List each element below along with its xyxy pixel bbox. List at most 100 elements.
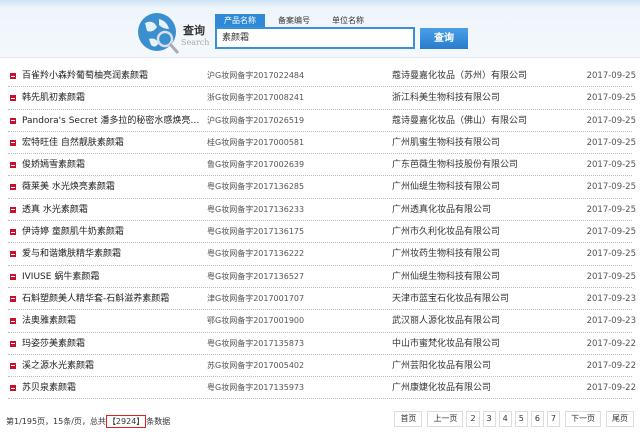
bullet-icon	[10, 385, 16, 392]
product-name-link[interactable]: 溪之源水光素颜霜	[22, 355, 94, 377]
table-row: 俊娇嫣雪素颜霜 鲁G妆网备字2017002639 广东芭薇生物科技股份有限公司 …	[8, 154, 636, 177]
page-button[interactable]: 2	[466, 411, 480, 427]
table-row: 石斛塑颜美人精华套-石斛滋养素颜霜 津G妆网备字2017001707 天津市蓝宝…	[8, 288, 636, 311]
product-name-link[interactable]: 透真 水光素颜霜	[22, 199, 88, 221]
pagination-info-prefix: 第1/195页，15条/页，总共	[6, 417, 106, 426]
product-name-link[interactable]: Pandora's Secret 潘多拉的秘密水感焕亮…	[22, 110, 199, 132]
bullet-icon	[10, 95, 16, 102]
date: 2017-09-22	[586, 338, 636, 349]
bullet-icon	[10, 362, 16, 369]
next-page-button[interactable]: 下一页	[565, 411, 601, 427]
product-name-link[interactable]: 伊诗婷 童颜肌牛奶素颜霜	[22, 221, 124, 243]
company-name: 广州妆药生物科技有限公司	[392, 249, 501, 260]
company-name: 广州透真化妆品有限公司	[392, 204, 492, 215]
date: 2017-09-25	[586, 182, 636, 193]
company-name: 广州仙缇生物科技有限公司	[392, 182, 501, 193]
registration-number: 粤G妆网备字2017135973	[207, 383, 305, 393]
date: 2017-09-23	[586, 293, 636, 304]
last-page-button[interactable]: 尾页	[606, 411, 634, 427]
first-page-button[interactable]: 首页	[394, 411, 423, 427]
bullet-icon	[10, 229, 16, 236]
page-button[interactable]: 5	[514, 411, 528, 427]
date: 2017-09-25	[586, 249, 636, 260]
date: 2017-09-25	[586, 115, 636, 126]
page-button[interactable]: 7	[546, 411, 560, 427]
product-name-link[interactable]: 苏贝泉素颜霜	[22, 377, 76, 399]
table-row: 百雀羚小森羚葡萄柚亮润素颜霜 沪G妆网备字2017022484 蔻诗曼嘉化妆品（…	[8, 65, 636, 88]
registration-number: 粤G妆网备字2017136527	[207, 271, 305, 281]
search-input[interactable]: 素颜霜	[215, 27, 415, 49]
product-name-link[interactable]: 玛姿莎美素颜霜	[22, 333, 85, 355]
date: 2017-09-25	[586, 137, 636, 148]
product-name-link[interactable]: 爱与和谐嫩肤精华素颜霜	[22, 243, 121, 265]
table-row: 伊诗婷 童颜肌牛奶素颜霜 粤G妆网备字2017136175 广州市久利化妆品有限…	[8, 221, 636, 244]
globe-search-icon	[138, 13, 180, 54]
bullet-icon	[10, 73, 16, 79]
company-name: 广州肌蜜生物科技有限公司	[392, 137, 501, 148]
bullet-icon	[10, 117, 16, 124]
company-name: 天津市蓝宝石化妆品有限公司	[392, 293, 510, 304]
tab-product-name[interactable]: 产品名称	[215, 14, 265, 27]
table-row: 薇莱美 水光焕亮素颜霜 粤G妆网备字2017136285 广州仙缇生物科技有限公…	[8, 176, 636, 199]
product-name-link[interactable]: 薇莱美 水光焕亮素颜霜	[22, 176, 115, 198]
registration-number: 沪G妆网备字2017022484	[207, 71, 305, 80]
date: 2017-09-23	[586, 316, 636, 327]
logo-subtitle: Search	[181, 38, 210, 47]
registration-number: 桂G妆网备字2017000581	[207, 137, 305, 147]
date: 2017-09-22	[586, 360, 636, 371]
table-row: Pandora's Secret 潘多拉的秘密水感焕亮… 沪G妆网备字20170…	[8, 110, 636, 132]
search-header: 查询 Search 产品名称 备案编号 单位名称 素颜霜 查询	[0, 0, 640, 58]
product-name-link[interactable]: 韩先肌初素颜霜	[22, 87, 85, 109]
company-name: 武汉丽人源化妆品有限公司	[392, 316, 501, 327]
prev-page-button[interactable]: 上一页	[427, 411, 464, 427]
table-row: 爱与和谐嫩肤精华素颜霜 粤G妆网备字2017136222 广州妆药生物科技有限公…	[8, 243, 636, 266]
tab-company-name[interactable]: 单位名称	[323, 14, 373, 27]
registration-number: 粤G妆网备字2017136285	[207, 182, 305, 192]
pagination-info-suffix: 条数据	[146, 417, 171, 426]
bullet-icon	[10, 318, 16, 325]
page-button[interactable]: 6	[530, 411, 544, 427]
page-button[interactable]: 4	[498, 411, 512, 427]
registration-number: 鲁G妆网备字2017002639	[207, 160, 305, 170]
registration-number: 粤G妆网备字2017136175	[207, 227, 305, 237]
company-name: 广州芸阳化妆品有限公司	[392, 360, 492, 371]
company-name: 蔻诗曼嘉化妆品（佛山）有限公司	[392, 115, 528, 126]
table-row: 溪之源水光素颜霜 苏G妆网备字2017005402 广州芸阳化妆品有限公司 20…	[8, 355, 636, 378]
product-name-link[interactable]: 宏特旺佳 自然靓肤素颜霜	[22, 132, 124, 154]
product-name-link[interactable]: 石斛塑颜美人精华套-石斛滋养素颜霜	[22, 288, 169, 310]
company-name: 广州康婕化妆品有限公司	[392, 383, 492, 394]
table-row: 玛姿莎美素颜霜 粤G妆网备字2017135873 中山市蜜梵化妆品有限公司 20…	[8, 333, 636, 355]
company-name: 中山市蜜梵化妆品有限公司	[392, 338, 501, 349]
company-name: 广州仙缇生物科技有限公司	[392, 271, 501, 282]
date: 2017-09-25	[586, 71, 636, 81]
registration-number: 沪G妆网备字2017026519	[207, 115, 305, 125]
date: 2017-09-25	[586, 160, 636, 171]
bullet-icon	[10, 251, 16, 258]
total-count: 【2924】	[105, 415, 147, 428]
bullet-icon	[10, 273, 16, 280]
company-name: 蔻诗曼嘉化妆品（苏州）有限公司	[392, 71, 528, 81]
product-name-link[interactable]: 法奥雅素颜霜	[22, 310, 76, 332]
pagination: 首页 上一页 2 3 4 5 6 7 下一页 尾页	[389, 411, 634, 427]
table-row: 透真 水光素颜霜 粤G妆网备字2017136233 广州透真化妆品有限公司 20…	[8, 199, 636, 222]
tab-registration-number[interactable]: 备案编号	[269, 14, 319, 27]
registration-number: 粤G妆网备字2017136233	[207, 204, 305, 214]
bullet-icon	[10, 340, 16, 347]
bullet-icon	[10, 139, 16, 146]
registration-number: 津G妆网备字2017001707	[207, 293, 305, 303]
registration-number: 苏G妆网备字2017005402	[207, 360, 305, 370]
bullet-icon	[10, 206, 16, 213]
date: 2017-09-25	[586, 204, 636, 215]
product-name-link[interactable]: IVIUSE 蜗牛素颜霜	[22, 266, 99, 288]
table-row: 宏特旺佳 自然靓肤素颜霜 桂G妆网备字2017000581 广州肌蜜生物科技有限…	[8, 132, 636, 155]
product-name-link[interactable]: 俊娇嫣雪素颜霜	[22, 154, 85, 176]
page-button[interactable]: 3	[482, 411, 496, 427]
logo-title: 查询	[183, 24, 205, 37]
registration-number: 鄂G妆网备字2017001900	[207, 316, 305, 326]
registration-number: 粤G妆网备字2017136222	[207, 249, 305, 259]
product-name-link[interactable]: 百雀羚小森羚葡萄柚亮润素颜霜	[22, 65, 148, 87]
date: 2017-09-22	[586, 383, 636, 394]
table-row: IVIUSE 蜗牛素颜霜 粤G妆网备字2017136527 广州仙缇生物科技有限…	[8, 266, 636, 288]
search-button[interactable]: 查询	[420, 28, 468, 49]
result-list: 百雀羚小森羚葡萄柚亮润素颜霜 沪G妆网备字2017022484 蔻诗曼嘉化妆品（…	[0, 65, 640, 400]
